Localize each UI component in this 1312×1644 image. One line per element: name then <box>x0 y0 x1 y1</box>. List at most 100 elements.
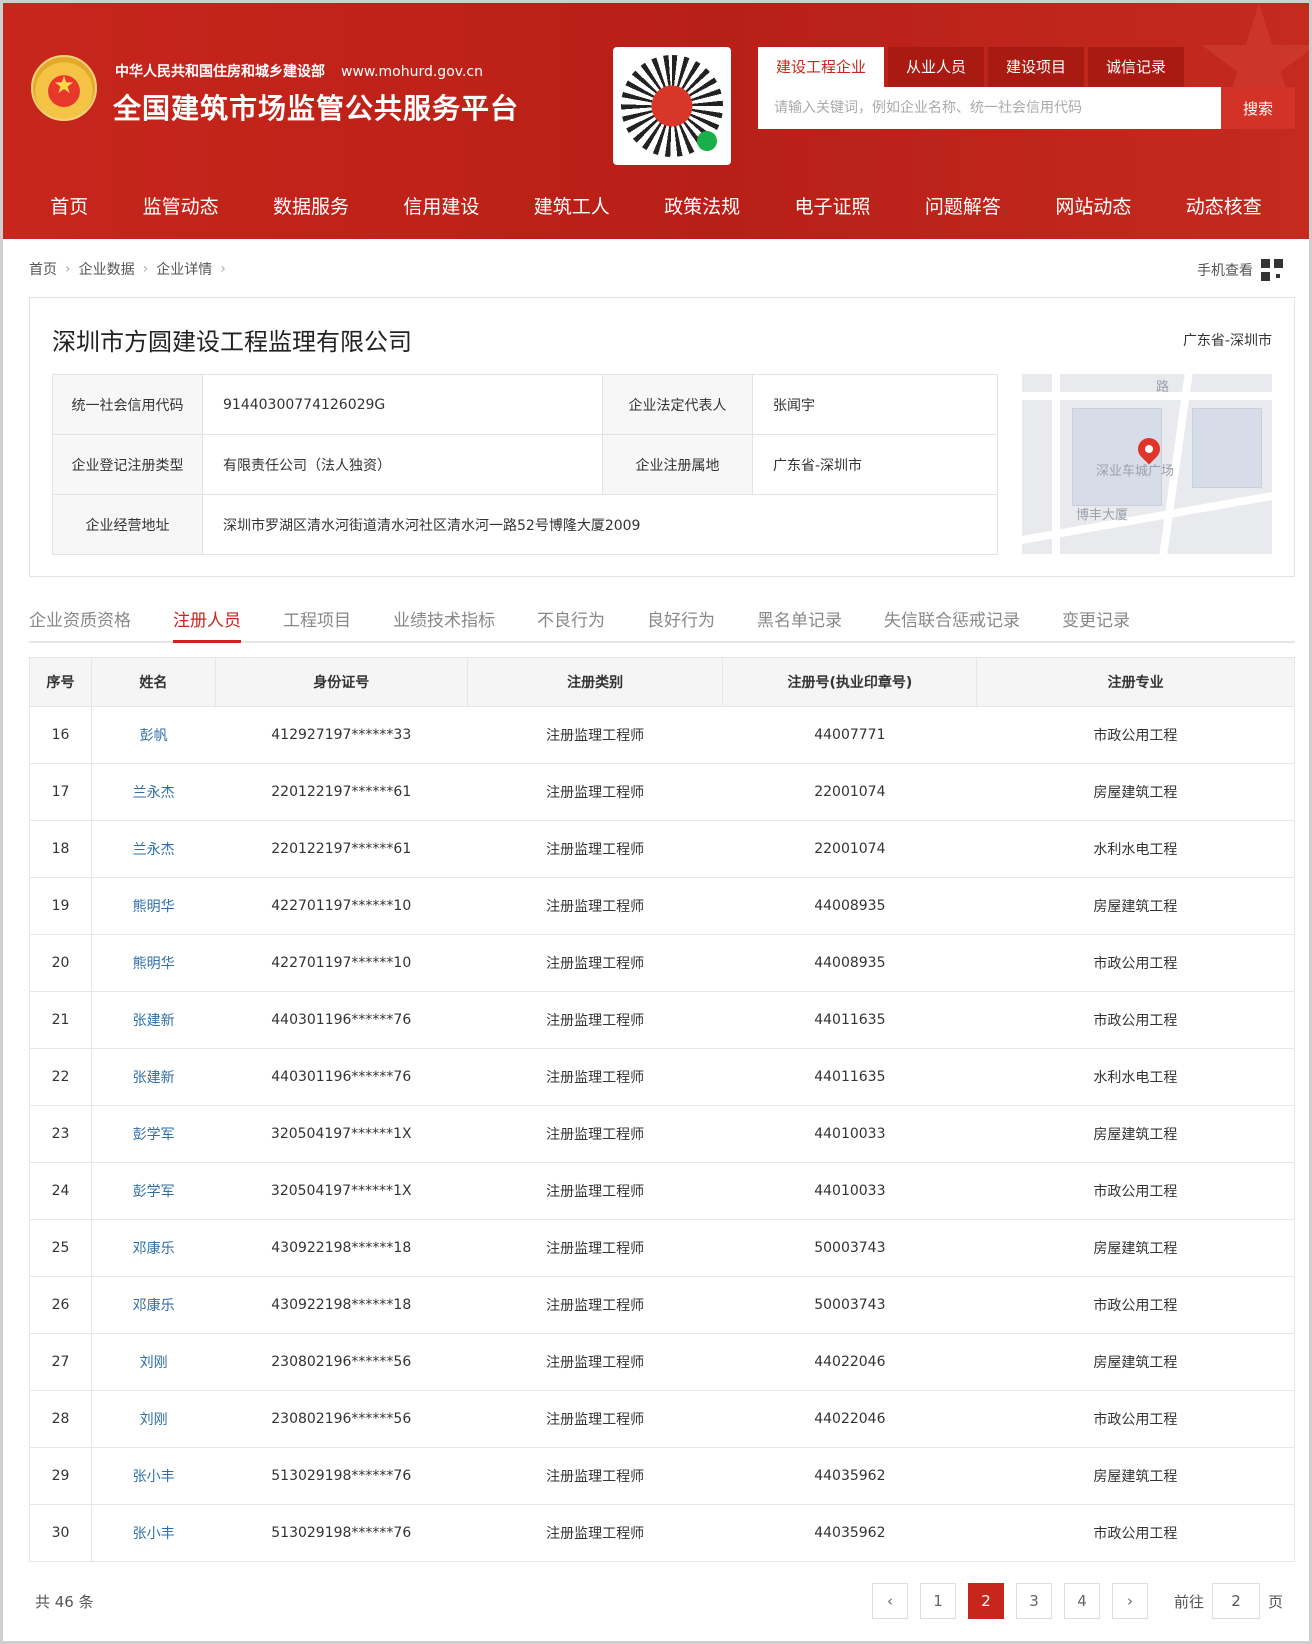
cell-id-number: 422701197******10 <box>215 934 468 992</box>
cell-reg-number: 44035962 <box>722 1504 977 1562</box>
next-page-button[interactable]: › <box>1111 1583 1148 1619</box>
mobile-view-label: 手机查看 <box>1197 263 1253 279</box>
nav-item-site-news[interactable]: 网站动态 <box>1055 178 1131 239</box>
page-frame: 中华人民共和国住房和城乡建设部 www.mohurd.gov.cn 全国建筑市场监… <box>0 0 1312 1644</box>
reg-type-label: 企业登记注册类型 <box>52 434 203 495</box>
cell-reg-number: 44007771 <box>722 706 977 764</box>
column-header-index: 序号 <box>29 657 92 707</box>
prev-page-button[interactable]: ‹ <box>871 1583 908 1619</box>
cell-index: 17 <box>29 763 92 821</box>
platform-title[interactable]: 全国建筑市场监管公共服务平台 <box>113 87 519 127</box>
cell-id-number: 513029198******76 <box>215 1504 468 1562</box>
cell-reg-category: 注册监理工程师 <box>467 820 723 878</box>
goto-prefix: 前往 <box>1173 1592 1204 1611</box>
table-row: 19 熊明华 422701197******10 注册监理工程师 44008935 房屋建… <box>29 877 1295 935</box>
cell-id-number: 320504197******1X <box>215 1105 468 1163</box>
cell-reg-number: 44010033 <box>722 1162 977 1220</box>
nav-item-faq[interactable]: 问题解答 <box>925 178 1001 239</box>
nav-item-supervision[interactable]: 监管动态 <box>143 178 219 239</box>
cell-name[interactable]: 邓康乐 <box>91 1219 216 1277</box>
cell-id-number: 440301196******76 <box>215 1048 468 1106</box>
address-value: 深圳市罗湖区清水河街道清水河社区清水河一路52号博隆大厦2009 <box>202 494 998 555</box>
tab-blacklist[interactable]: 黑名单记录 <box>757 603 842 641</box>
tab-joint-punishment[interactable]: 失信联合惩戒记录 <box>884 603 1020 641</box>
cell-index: 20 <box>29 934 92 992</box>
search-tab-project[interactable]: 建设项目 <box>988 47 1085 87</box>
total-count: 共 46 条 <box>35 1593 94 1611</box>
cell-index: 19 <box>29 877 92 935</box>
table-row: 21 张建新 440301196******76 注册监理工程师 44011635 市政公… <box>29 991 1295 1049</box>
mobile-view-link[interactable]: 手机查看 <box>1197 259 1283 281</box>
cell-reg-specialty: 房屋建筑工程 <box>976 1447 1295 1505</box>
nav-item-policy[interactable]: 政策法规 <box>664 178 740 239</box>
nav-item-e-license[interactable]: 电子证照 <box>795 178 871 239</box>
tab-good-behavior[interactable]: 良好行为 <box>647 603 715 641</box>
cell-reg-number: 50003743 <box>722 1276 977 1334</box>
cell-name[interactable]: 彭学军 <box>91 1162 216 1220</box>
cell-name[interactable]: 兰永杰 <box>91 820 216 878</box>
search-tab-personnel[interactable]: 从业人员 <box>888 47 985 87</box>
page-button-3[interactable]: 3 <box>1015 1583 1052 1619</box>
company-info-table: 统一社会信用代码 91440300774126029G 企业法定代表人 张闻宇 … <box>52 374 998 555</box>
column-header-reg-category: 注册类别 <box>466 657 724 707</box>
tab-performance[interactable]: 业绩技术指标 <box>393 603 495 641</box>
cell-name[interactable]: 熊明华 <box>91 934 216 992</box>
reg-place-label: 企业注册属地 <box>602 434 753 495</box>
search-tab-credit[interactable]: 诚信记录 <box>1088 47 1185 87</box>
goto-page-input[interactable] <box>1211 1583 1260 1619</box>
tab-qualification[interactable]: 企业资质资格 <box>29 603 131 641</box>
cell-name[interactable]: 刘刚 <box>91 1333 216 1391</box>
cell-id-number: 230802196******56 <box>215 1390 468 1448</box>
search-input[interactable] <box>758 87 1221 129</box>
cell-name[interactable]: 熊明华 <box>91 877 216 935</box>
cell-reg-number: 44035962 <box>722 1447 977 1505</box>
cell-reg-number: 44022046 <box>722 1390 977 1448</box>
goto-page: 前往 页 <box>1174 1583 1283 1619</box>
tab-registered-personnel[interactable]: 注册人员 <box>173 603 241 643</box>
search-tab-enterprise[interactable]: 建设工程企业 <box>758 47 885 87</box>
page-button-2[interactable]: 2 <box>967 1583 1004 1619</box>
search-button[interactable]: 搜索 <box>1221 87 1295 129</box>
nav-item-home[interactable]: 首页 <box>50 178 88 239</box>
tab-projects[interactable]: 工程项目 <box>283 603 351 641</box>
cell-reg-category: 注册监理工程师 <box>467 1333 723 1391</box>
cell-id-number: 412927197******33 <box>215 706 468 764</box>
cell-index: 27 <box>29 1333 92 1391</box>
cell-index: 25 <box>29 1219 92 1277</box>
cell-index: 22 <box>29 1048 92 1106</box>
cell-reg-number: 44008935 <box>722 934 977 992</box>
nav-item-data-service[interactable]: 数据服务 <box>273 178 349 239</box>
cell-name[interactable]: 兰永杰 <box>91 763 216 821</box>
tab-change-records[interactable]: 变更记录 <box>1062 603 1130 641</box>
page-button-4[interactable]: 4 <box>1063 1583 1100 1619</box>
nav-item-credit[interactable]: 信用建设 <box>403 178 479 239</box>
cell-name[interactable]: 彭帆 <box>91 706 216 764</box>
cell-name[interactable]: 张建新 <box>91 991 216 1049</box>
cell-id-number: 220122197******61 <box>215 820 468 878</box>
cell-name[interactable]: 张小丰 <box>91 1504 216 1562</box>
main-nav: 首页 监管动态 数据服务 信用建设 建筑工人 政策法规 电子证照 问题解答 网站… <box>3 178 1309 239</box>
cell-name[interactable]: 刘刚 <box>91 1390 216 1448</box>
cell-reg-specialty: 房屋建筑工程 <box>976 877 1295 935</box>
page-button-1[interactable]: 1 <box>919 1583 956 1619</box>
cell-reg-number: 50003743 <box>722 1219 977 1277</box>
legal-rep-value: 张闻宇 <box>752 374 998 435</box>
breadcrumb-enterprise-data[interactable]: 企业数据 <box>79 259 135 279</box>
breadcrumb-home[interactable]: 首页 <box>29 259 57 279</box>
tab-bad-behavior[interactable]: 不良行为 <box>537 603 605 641</box>
cell-reg-specialty: 市政公用工程 <box>976 991 1295 1049</box>
table-row: 30 张小丰 513029198******76 注册监理工程师 44035962 市政公… <box>29 1504 1295 1562</box>
nav-item-workers[interactable]: 建筑工人 <box>534 178 610 239</box>
cell-reg-category: 注册监理工程师 <box>467 1105 723 1163</box>
cell-name[interactable]: 彭学军 <box>91 1105 216 1163</box>
cell-name[interactable]: 邓康乐 <box>91 1276 216 1334</box>
cell-reg-specialty: 房屋建筑工程 <box>976 763 1295 821</box>
cell-name[interactable]: 张建新 <box>91 1048 216 1106</box>
location-map[interactable]: 深业车城广场 博丰大厦 路 <box>1022 374 1272 554</box>
column-header-reg-number: 注册号(执业印章号) <box>722 657 978 707</box>
ministry-name: 中华人民共和国住房和城乡建设部 <box>115 64 325 80</box>
map-label-building: 博丰大厦 <box>1076 508 1129 523</box>
nav-item-verification[interactable]: 动态核查 <box>1186 178 1262 239</box>
ministry-url[interactable]: www.mohurd.gov.cn <box>341 64 483 80</box>
cell-name[interactable]: 张小丰 <box>91 1447 216 1505</box>
